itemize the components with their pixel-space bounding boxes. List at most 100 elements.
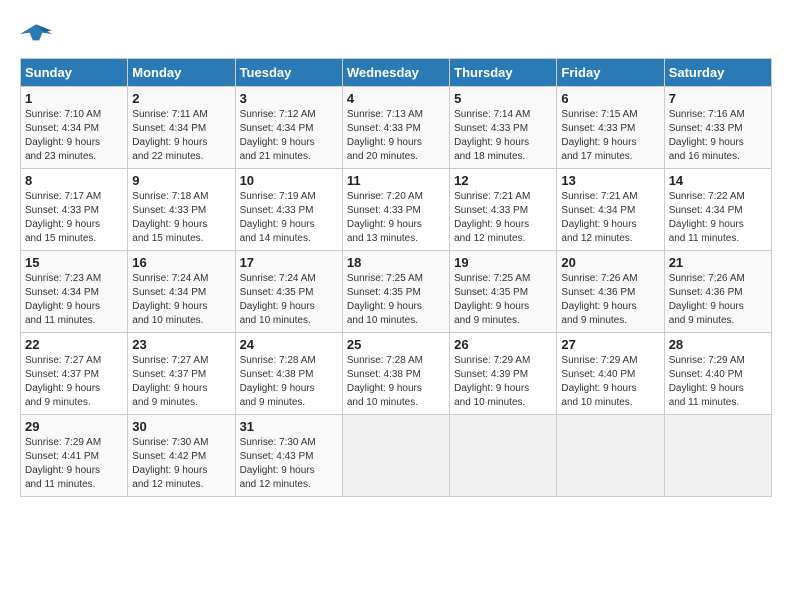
calendar-cell: 21 Sunrise: 7:26 AM Sunset: 4:36 PM Dayli… (664, 251, 771, 333)
day-detail: Sunrise: 7:21 AM Sunset: 4:34 PM Dayligh… (561, 190, 659, 246)
calendar-cell (450, 415, 557, 497)
day-detail: Sunrise: 7:25 AM Sunset: 4:35 PM Dayligh… (347, 272, 445, 328)
day-header-sunday: Sunday (21, 59, 128, 87)
logo (20, 20, 56, 48)
calendar-cell: 16 Sunrise: 7:24 AM Sunset: 4:34 PM Dayli… (128, 251, 235, 333)
calendar-cell: 27 Sunrise: 7:29 AM Sunset: 4:40 PM Dayli… (557, 333, 664, 415)
day-detail: Sunrise: 7:26 AM Sunset: 4:36 PM Dayligh… (561, 272, 659, 328)
calendar-week-2: 8 Sunrise: 7:17 AM Sunset: 4:33 PM Daylig… (21, 169, 772, 251)
calendar-week-1: 1 Sunrise: 7:10 AM Sunset: 4:34 PM Daylig… (21, 87, 772, 169)
day-detail: Sunrise: 7:15 AM Sunset: 4:33 PM Dayligh… (561, 108, 659, 164)
day-number: 21 (669, 255, 767, 270)
day-detail: Sunrise: 7:11 AM Sunset: 4:34 PM Dayligh… (132, 108, 230, 164)
day-number: 24 (240, 337, 338, 352)
day-detail: Sunrise: 7:26 AM Sunset: 4:36 PM Dayligh… (669, 272, 767, 328)
day-number: 22 (25, 337, 123, 352)
day-number: 3 (240, 91, 338, 106)
calendar-cell: 8 Sunrise: 7:17 AM Sunset: 4:33 PM Daylig… (21, 169, 128, 251)
calendar-cell: 23 Sunrise: 7:27 AM Sunset: 4:37 PM Dayli… (128, 333, 235, 415)
day-number: 10 (240, 173, 338, 188)
calendar-cell (557, 415, 664, 497)
calendar-cell: 11 Sunrise: 7:20 AM Sunset: 4:33 PM Dayli… (342, 169, 449, 251)
day-header-thursday: Thursday (450, 59, 557, 87)
day-number: 16 (132, 255, 230, 270)
day-detail: Sunrise: 7:18 AM Sunset: 4:33 PM Dayligh… (132, 190, 230, 246)
logo-icon (20, 20, 52, 48)
calendar-cell: 15 Sunrise: 7:23 AM Sunset: 4:34 PM Dayli… (21, 251, 128, 333)
calendar-cell: 25Sunrise: 7:28 AM Sunset: 4:38 PM Dayli… (342, 333, 449, 415)
calendar-cell: 29 Sunrise: 7:29 AM Sunset: 4:41 PM Dayli… (21, 415, 128, 497)
day-detail: Sunrise: 7:29 AM Sunset: 4:41 PM Dayligh… (25, 436, 123, 492)
day-number: 9 (132, 173, 230, 188)
day-number: 26 (454, 337, 552, 352)
day-detail: Sunrise: 7:27 AM Sunset: 4:37 PM Dayligh… (25, 354, 123, 410)
calendar-cell: 18 Sunrise: 7:25 AM Sunset: 4:35 PM Dayli… (342, 251, 449, 333)
day-number: 7 (669, 91, 767, 106)
day-number: 5 (454, 91, 552, 106)
day-number: 11 (347, 173, 445, 188)
day-header-friday: Friday (557, 59, 664, 87)
calendar-cell: 1 Sunrise: 7:10 AM Sunset: 4:34 PM Daylig… (21, 87, 128, 169)
day-detail: Sunrise: 7:22 AM Sunset: 4:34 PM Dayligh… (669, 190, 767, 246)
day-header-wednesday: Wednesday (342, 59, 449, 87)
day-number: 31 (240, 419, 338, 434)
day-detail: Sunrise: 7:24 AM Sunset: 4:35 PM Dayligh… (240, 272, 338, 328)
day-number: 20 (561, 255, 659, 270)
day-detail: Sunrise: 7:27 AM Sunset: 4:37 PM Dayligh… (132, 354, 230, 410)
day-detail: Sunrise: 7:25 AM Sunset: 4:35 PM Dayligh… (454, 272, 552, 328)
day-number: 2 (132, 91, 230, 106)
calendar-week-4: 22 Sunrise: 7:27 AM Sunset: 4:37 PM Dayli… (21, 333, 772, 415)
calendar-cell: 6Sunrise: 7:15 AM Sunset: 4:33 PM Daylig… (557, 87, 664, 169)
calendar-cell: 13 Sunrise: 7:21 AM Sunset: 4:34 PM Dayli… (557, 169, 664, 251)
day-header-tuesday: Tuesday (235, 59, 342, 87)
calendar-cell: 20 Sunrise: 7:26 AM Sunset: 4:36 PM Dayli… (557, 251, 664, 333)
day-detail: Sunrise: 7:10 AM Sunset: 4:34 PM Dayligh… (25, 108, 123, 164)
calendar-cell: 10 Sunrise: 7:19 AM Sunset: 4:33 PM Dayli… (235, 169, 342, 251)
day-number: 15 (25, 255, 123, 270)
day-detail: Sunrise: 7:28 AM Sunset: 4:38 PM Dayligh… (347, 354, 445, 410)
day-detail: Sunrise: 7:19 AM Sunset: 4:33 PM Dayligh… (240, 190, 338, 246)
calendar-header-row: SundayMondayTuesdayWednesdayThursdayFrid… (21, 59, 772, 87)
day-number: 18 (347, 255, 445, 270)
page-header (20, 20, 772, 48)
calendar-cell: 2 Sunrise: 7:11 AM Sunset: 4:34 PM Daylig… (128, 87, 235, 169)
day-number: 8 (25, 173, 123, 188)
calendar-cell (342, 415, 449, 497)
day-number: 27 (561, 337, 659, 352)
day-number: 23 (132, 337, 230, 352)
calendar-cell: 24 Sunrise: 7:28 AM Sunset: 4:38 PM Dayli… (235, 333, 342, 415)
calendar-cell: 3 Sunrise: 7:12 AM Sunset: 4:34 PM Daylig… (235, 87, 342, 169)
calendar-cell: 22 Sunrise: 7:27 AM Sunset: 4:37 PM Dayli… (21, 333, 128, 415)
day-detail: Sunrise: 7:17 AM Sunset: 4:33 PM Dayligh… (25, 190, 123, 246)
day-number: 1 (25, 91, 123, 106)
day-number: 28 (669, 337, 767, 352)
day-detail: Sunrise: 7:30 AM Sunset: 4:43 PM Dayligh… (240, 436, 338, 492)
day-number: 29 (25, 419, 123, 434)
day-detail: Sunrise: 7:29 AM Sunset: 4:40 PM Dayligh… (561, 354, 659, 410)
calendar-table: SundayMondayTuesdayWednesdayThursdayFrid… (20, 58, 772, 497)
calendar-cell: 17Sunrise: 7:24 AM Sunset: 4:35 PM Dayli… (235, 251, 342, 333)
calendar-cell (664, 415, 771, 497)
calendar-cell: 30 Sunrise: 7:30 AM Sunset: 4:42 PM Dayli… (128, 415, 235, 497)
day-number: 30 (132, 419, 230, 434)
day-detail: Sunrise: 7:29 AM Sunset: 4:40 PM Dayligh… (669, 354, 767, 410)
day-detail: Sunrise: 7:23 AM Sunset: 4:34 PM Dayligh… (25, 272, 123, 328)
day-detail: Sunrise: 7:16 AM Sunset: 4:33 PM Dayligh… (669, 108, 767, 164)
day-number: 14 (669, 173, 767, 188)
calendar-cell: 7 Sunrise: 7:16 AM Sunset: 4:33 PM Daylig… (664, 87, 771, 169)
day-detail: Sunrise: 7:21 AM Sunset: 4:33 PM Dayligh… (454, 190, 552, 246)
calendar-week-5: 29 Sunrise: 7:29 AM Sunset: 4:41 PM Dayli… (21, 415, 772, 497)
day-detail: Sunrise: 7:14 AM Sunset: 4:33 PM Dayligh… (454, 108, 552, 164)
day-detail: Sunrise: 7:20 AM Sunset: 4:33 PM Dayligh… (347, 190, 445, 246)
day-detail: Sunrise: 7:24 AM Sunset: 4:34 PM Dayligh… (132, 272, 230, 328)
day-header-saturday: Saturday (664, 59, 771, 87)
day-number: 13 (561, 173, 659, 188)
calendar-cell: 14 Sunrise: 7:22 AM Sunset: 4:34 PM Dayli… (664, 169, 771, 251)
day-detail: Sunrise: 7:29 AM Sunset: 4:39 PM Dayligh… (454, 354, 552, 410)
calendar-cell: 9 Sunrise: 7:18 AM Sunset: 4:33 PM Daylig… (128, 169, 235, 251)
day-detail: Sunrise: 7:30 AM Sunset: 4:42 PM Dayligh… (132, 436, 230, 492)
calendar-cell: 26 Sunrise: 7:29 AM Sunset: 4:39 PM Dayli… (450, 333, 557, 415)
day-detail: Sunrise: 7:12 AM Sunset: 4:34 PM Dayligh… (240, 108, 338, 164)
day-detail: Sunrise: 7:28 AM Sunset: 4:38 PM Dayligh… (240, 354, 338, 410)
day-header-monday: Monday (128, 59, 235, 87)
